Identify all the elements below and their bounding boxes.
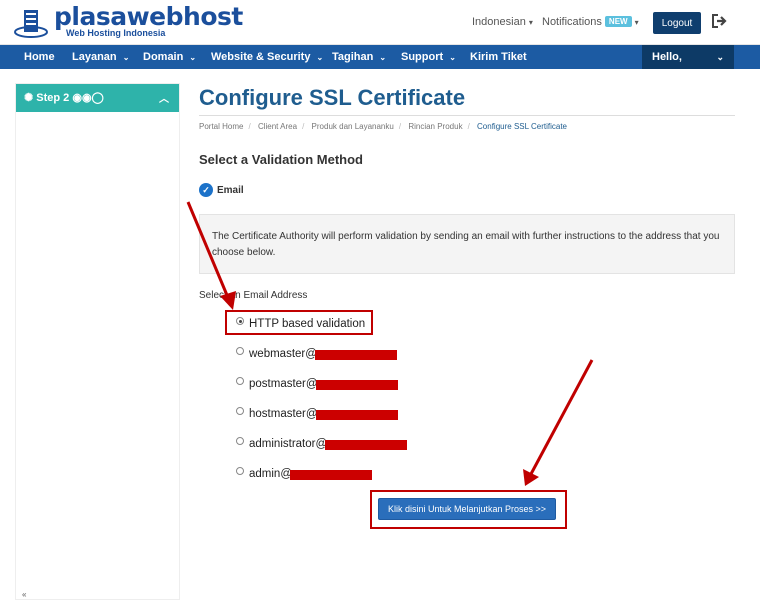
select-email-label: Select an Email Address — [199, 290, 308, 301]
option-administrator[interactable]: administrator@ — [236, 437, 408, 450]
nav-kirim-tiket-label: Kirim Tiket — [470, 51, 527, 63]
caret-down-icon: ▾ — [634, 18, 639, 27]
chevron-down-icon: ⌄ — [716, 52, 724, 62]
option-label: postmaster@ — [249, 378, 318, 390]
option-webmaster[interactable]: webmaster@ — [236, 347, 397, 360]
breadcrumb: Portal Home / Client Area / Produk dan Lay… — [199, 122, 567, 131]
validation-method-email[interactable]: ✓ Email — [199, 183, 244, 197]
redaction-mark — [325, 440, 408, 450]
sidebar-step-header[interactable]: ✺ Step 2 ◉◉◯ ︿ — [16, 84, 179, 112]
breadcrumb-current: Configure SSL Certificate — [477, 122, 567, 131]
annotation-highlight-button — [370, 490, 567, 529]
nav-website-security-label: Website & Security — [211, 51, 311, 63]
sidebar-collapse-icon[interactable]: « — [22, 590, 26, 599]
nav-website-security[interactable]: Website & Security ⌄ — [211, 45, 323, 69]
radio-button[interactable] — [236, 347, 244, 355]
site-header: plasawebhost Web Hosting Indonesia Indon… — [0, 0, 760, 45]
notifications-label: Notifications — [542, 16, 602, 28]
chevron-down-icon: ⌄ — [449, 53, 456, 62]
method-label: Email — [217, 184, 244, 196]
info-alert: The Certificate Authority will perform v… — [199, 214, 735, 274]
option-label: admin@ — [249, 468, 292, 480]
option-label: hostmaster@ — [249, 408, 318, 420]
nav-layanan[interactable]: Layanan ⌄ — [72, 45, 129, 69]
step-dots-icon: ◉◉◯ — [72, 92, 104, 104]
nav-layanan-label: Layanan — [72, 51, 117, 63]
nav-tagihan[interactable]: Tagihan ⌄ — [332, 45, 386, 69]
exit-icon[interactable] — [712, 14, 728, 28]
notifications-dropdown[interactable]: Notifications NEW ▾ — [542, 16, 639, 28]
chevron-down-icon: ⌄ — [379, 53, 387, 62]
new-badge: NEW — [604, 16, 632, 27]
radio-button[interactable] — [236, 467, 244, 475]
nav-home-label: Home — [24, 51, 55, 63]
language-label: Indonesian — [472, 16, 526, 28]
breadcrumb-client-area[interactable]: Client Area — [258, 122, 297, 131]
nav-tail — [734, 45, 760, 69]
title-divider — [199, 115, 735, 116]
sidebar: ✺ Step 2 ◉◉◯ ︿ — [15, 83, 180, 600]
redaction-mark — [315, 380, 398, 390]
option-postmaster[interactable]: postmaster@ — [236, 377, 398, 390]
annotation-highlight-http — [225, 310, 373, 335]
option-admin[interactable]: admin@ — [236, 467, 372, 480]
main-nav: Home Layanan ⌄ Domain ⌄ Website & Securi… — [0, 45, 760, 69]
step-label: Step 2 — [36, 92, 70, 104]
nav-tagihan-label: Tagihan — [332, 51, 374, 63]
logo-tagline: Web Hosting Indonesia — [66, 28, 166, 38]
site-logo[interactable]: plasawebhost Web Hosting Indonesia — [14, 2, 243, 40]
radio-button[interactable] — [236, 437, 244, 445]
step-bullet-icon: ✺ — [24, 92, 34, 104]
user-menu[interactable]: Hello, ⌄ — [642, 45, 734, 69]
nav-home[interactable]: Home — [24, 45, 55, 69]
option-label: administrator@ — [249, 438, 328, 450]
breadcrumb-rincian[interactable]: Rincian Produk — [408, 122, 462, 131]
option-hostmaster[interactable]: hostmaster@ — [236, 407, 398, 420]
section-title: Select a Validation Method — [199, 152, 363, 167]
redaction-mark — [290, 470, 372, 480]
chevron-down-icon: ⌄ — [316, 53, 324, 62]
redaction-mark — [314, 350, 397, 360]
check-icon: ✓ — [199, 183, 213, 197]
logout-button[interactable]: Logout — [653, 12, 701, 34]
annotation-arrow-right — [523, 359, 594, 486]
breadcrumb-produk[interactable]: Produk dan Layananku — [312, 122, 394, 131]
page-title: Configure SSL Certificate — [199, 85, 466, 110]
user-greeting: Hello, — [652, 51, 682, 63]
option-label: webmaster@ — [249, 348, 317, 360]
language-dropdown[interactable]: Indonesian ▾ — [472, 16, 533, 28]
redaction-mark — [315, 410, 398, 420]
nav-kirim-tiket[interactable]: Kirim Tiket — [470, 45, 527, 69]
chevron-down-icon: ⌄ — [189, 53, 197, 62]
chevron-up-icon: ︿ — [159, 94, 169, 105]
nav-support[interactable]: Support ⌄ — [401, 45, 456, 69]
breadcrumb-portal-home[interactable]: Portal Home — [199, 122, 243, 131]
nav-support-label: Support — [401, 51, 444, 63]
server-logo-icon — [14, 10, 48, 38]
logo-text: plasawebhost — [54, 2, 243, 31]
nav-domain[interactable]: Domain ⌄ — [143, 45, 196, 69]
caret-down-icon: ▾ — [528, 18, 533, 27]
radio-button[interactable] — [236, 377, 244, 385]
nav-domain-label: Domain — [143, 51, 184, 63]
chevron-down-icon: ⌄ — [122, 53, 130, 62]
radio-button[interactable] — [236, 407, 244, 415]
